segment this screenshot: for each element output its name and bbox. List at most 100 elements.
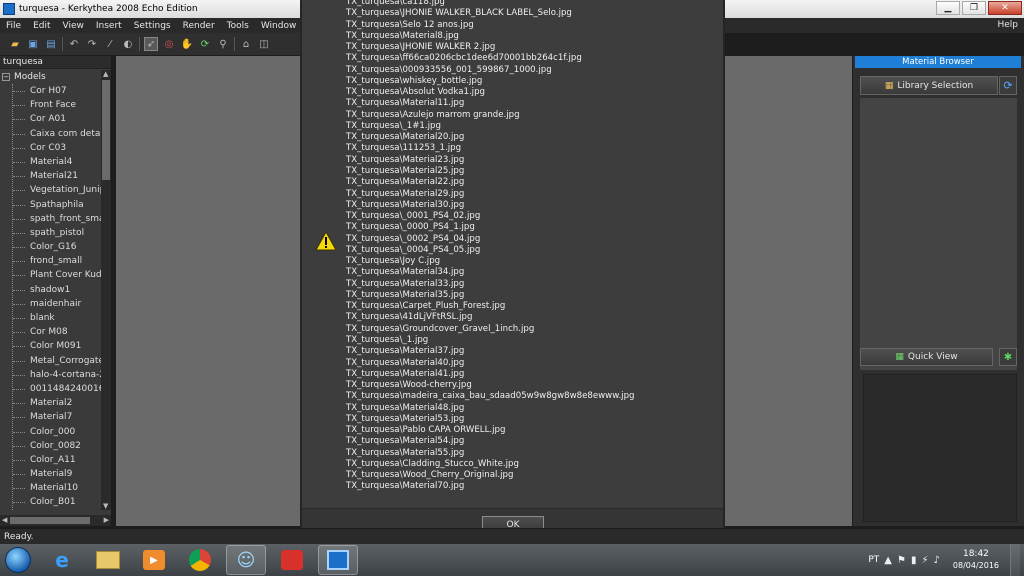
select-arrow-icon[interactable]: ➶ [144,37,158,51]
scroll-up-icon[interactable]: ▲ [103,70,108,78]
save-icon[interactable]: ▣ [26,37,40,51]
tree-item[interactable]: Color_000 [13,425,101,439]
missing-file-item: TX_turquesa\Material48.jpg [346,402,465,413]
clock[interactable]: 18:42 08/04/2016 [953,548,999,572]
library-selection-button[interactable]: ▦ Library Selection [860,76,998,95]
tree-item[interactable]: shadow1 [13,283,101,297]
tree-item[interactable]: Spathaphila [13,198,101,212]
taskbar-app-user[interactable]: ☺ [226,545,266,575]
magic-wand-icon[interactable]: ⁄ [103,37,117,51]
taskbar-media-player[interactable]: ▶ [134,545,174,575]
tree-item[interactable]: Metal_Corrogated [13,354,101,368]
tree-item[interactable]: Front Face [13,98,101,112]
taskbar-internet-explorer[interactable]: e [42,545,82,575]
library-selection-label: Library Selection [897,80,974,91]
quick-view-button[interactable]: ▦ Quick View [860,348,993,366]
undo-icon[interactable]: ↶ [67,37,81,51]
tree-item[interactable]: Cor A01 [13,112,101,126]
menu-view[interactable]: View [57,21,90,31]
scroll-thumb[interactable] [10,517,90,524]
windows-taskbar: e ▶ ☺ PT ▲ ⚑ ▮ ⚡ ♪ 18:42 08/04/2016 [0,544,1024,576]
tree-horizontal-scrollbar[interactable]: ◀ ▶ [0,515,111,526]
missing-file-item: TX_turquesa\Material53.jpg [346,413,465,424]
tree-item[interactable]: halo-4-cortana-25 [13,368,101,382]
tree-vertical-scrollbar[interactable]: ▲ ▼ [101,70,111,510]
missing-file-item: TX_turquesa\Absolut Vodka1.jpg [346,87,485,98]
minimize-button[interactable]: ▁ [936,1,960,15]
home-icon[interactable]: ⌂ [239,37,253,51]
camera-icon[interactable]: ◫ [257,37,271,51]
close-button[interactable]: ✕ [988,1,1022,15]
show-hidden-icons-icon[interactable]: ▲ [884,555,892,566]
menu-edit[interactable]: Edit [27,21,56,31]
tree-item[interactable]: frond_small [13,254,101,268]
tree-item[interactable]: Material7 [13,410,101,424]
tree-item[interactable]: 00114842400161_ [13,382,101,396]
tree-item[interactable]: Cor C03 [13,141,101,155]
library-preview-area[interactable] [860,98,1017,370]
tree-item[interactable]: Vegetation_Juniper [13,183,101,197]
network-icon[interactable]: ▮ [911,555,917,566]
scroll-right-icon[interactable]: ▶ [104,516,109,524]
tree-item[interactable]: Material4 [13,155,101,169]
taskbar-file-explorer[interactable] [88,545,128,575]
scene-name[interactable]: turquesa [0,56,111,69]
tree-item[interactable]: Material21 [13,169,101,183]
library-books-icon: ▦ [884,80,894,91]
taskbar-kerkythea[interactable] [318,545,358,575]
tree-item[interactable]: Color_A11 [13,453,101,467]
refresh-green-icon: ✱ [1003,351,1013,363]
sphere-icon[interactable]: ◐ [121,37,135,51]
start-button[interactable] [0,544,36,576]
menu-insert[interactable]: Insert [90,21,128,31]
tree-item[interactable]: Caixa com detalhe [13,127,101,141]
tree-item[interactable]: Color M091 [13,339,101,353]
maximize-button[interactable]: ❐ [962,1,986,15]
tree-item[interactable]: Material2 [13,396,101,410]
refresh-library-button[interactable]: ⟳ [999,76,1017,95]
scroll-thumb[interactable] [102,80,110,180]
tree-item[interactable]: Plant Cover Kudzu [13,268,101,282]
scroll-down-icon[interactable]: ▼ [103,502,108,510]
tree-item[interactable]: Material10 [13,481,101,495]
tree-item[interactable]: spath_pistol [13,226,101,240]
save-as-icon[interactable]: ▤ [44,37,58,51]
menu-settings[interactable]: Settings [128,21,177,31]
tree-item[interactable]: blank [13,311,101,325]
tree-root-models[interactable]: − Models [0,70,101,84]
tree-item[interactable]: Cor H07 [13,84,101,98]
menu-window[interactable]: Window [255,21,303,31]
taskbar-chrome[interactable] [180,545,220,575]
show-desktop-button[interactable] [1010,544,1020,576]
tree-item[interactable]: Color_0082 [13,439,101,453]
action-center-flag-icon[interactable]: ⚑ [897,555,906,566]
rotate-icon[interactable]: ⟳ [198,37,212,51]
quick-view-refresh-button[interactable]: ✱ [999,348,1017,366]
menu-tools[interactable]: Tools [221,21,255,31]
missing-file-item: TX_turquesa\Wood_Cherry_Original.jpg [346,470,514,481]
quick-view-label: Quick View [907,352,958,362]
toolbar-separator [62,37,63,51]
missing-file-list: TX_turquesa\ca118.jpg TX_turquesa\JHONIE … [346,0,634,493]
tree-item[interactable]: Color_B01 [13,495,101,509]
open-folder-icon[interactable]: ▰ [8,37,22,51]
volume-icon[interactable]: ♪ [934,555,940,566]
target-icon[interactable]: ◎ [162,37,176,51]
tree-item[interactable]: Color_G16 [13,240,101,254]
collapse-icon[interactable]: − [2,73,10,81]
missing-file-item: TX_turquesa\Material8.jpg [346,30,459,41]
zoom-icon[interactable]: ⚲ [216,37,230,51]
menu-render[interactable]: Render [177,21,221,31]
taskbar-sketchup[interactable] [272,545,312,575]
power-icon[interactable]: ⚡ [921,555,928,566]
scroll-left-icon[interactable]: ◀ [2,516,7,524]
tree-item[interactable]: maidenhair [13,297,101,311]
menu-file[interactable]: File [0,21,27,31]
tree-item[interactable]: Material9 [13,467,101,481]
pan-hand-icon[interactable]: ✋ [180,37,194,51]
menu-help[interactable]: Help [997,20,1018,30]
redo-icon[interactable]: ↷ [85,37,99,51]
tree-item[interactable]: Cor M08 [13,325,101,339]
language-indicator[interactable]: PT [868,555,879,565]
tree-item[interactable]: spath_front_small [13,212,101,226]
